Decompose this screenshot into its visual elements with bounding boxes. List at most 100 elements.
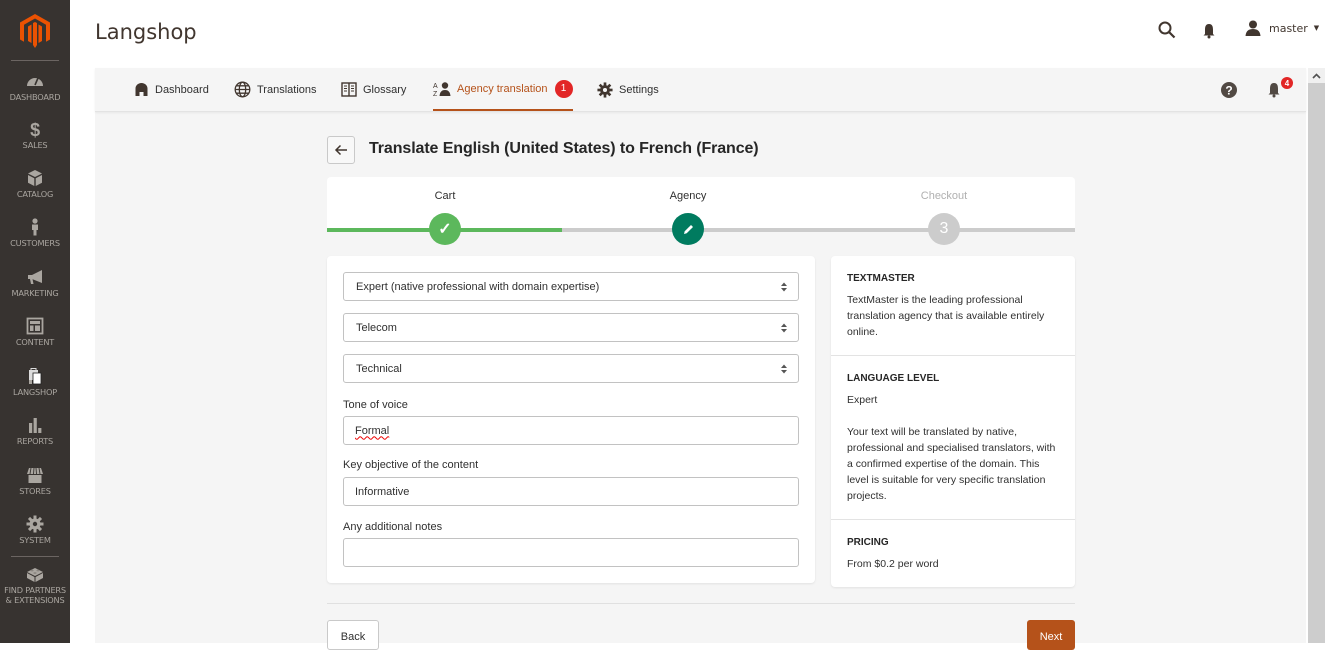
page-scrollbar[interactable] [1308,68,1325,643]
scroll-up-button[interactable] [1308,68,1325,83]
tab-label: Glossary [363,83,407,96]
sidebar-item-system[interactable]: SYSTEM [0,515,70,545]
sidebar-item-customers[interactable]: CUSTOMERS [0,218,70,248]
checkout-stepper: Cart Agency Checkout ✓ 3 [327,177,1075,245]
step-label-cart: Cart [434,190,456,202]
sidebar-item-label: CONTENT [15,337,55,347]
input-value: Formal [355,424,390,437]
sidebar-item-label: LANGSHOP [13,387,57,397]
dollar-icon: $ [30,120,40,138]
sidebar-item-stores[interactable]: STORES [0,466,70,496]
bar-chart-icon [29,418,42,433]
select-arrows-icon [781,364,787,374]
sidebar-item-label: FIND PARTNERS [4,585,66,595]
domain-select[interactable]: Telecom [343,313,799,342]
tab-dashboard[interactable]: Dashboard [134,68,209,111]
tab-label: Settings [619,83,659,96]
book-icon [341,82,357,97]
back-arrow-button[interactable] [327,136,355,164]
magento-logo-icon[interactable] [20,14,50,48]
content-type-select[interactable]: Technical [343,354,799,383]
arrow-left-icon [334,144,347,156]
user-icon [1245,20,1261,36]
help-icon[interactable]: ? [1221,82,1237,98]
language-level-title: LANGUAGE LEVEL [847,373,940,384]
sidebar-divider [11,556,59,557]
language-level-select[interactable]: Expert (native professional with domain … [343,272,799,301]
additional-notes-input[interactable] [343,538,799,567]
sidebar-item-content[interactable]: CONTENT [0,317,70,347]
tab-label: Translations [257,83,317,96]
next-button[interactable]: Next [1027,620,1075,650]
key-objective-input[interactable]: Informative [343,477,799,506]
tab-agency-translation[interactable]: AZ Agency translation 1 [433,68,573,111]
sidebar-item-label: REPORTS [16,436,54,446]
agency-section: TEXTMASTER TextMaster is the leading pro… [831,273,1075,340]
tab-translations[interactable]: Translations [234,68,317,111]
step-label-agency: Agency [669,190,707,202]
additional-notes-label: Any additional notes [343,521,443,533]
globe-icon [234,81,251,98]
sidebar-item-find-partners[interactable]: FIND PARTNERS & EXTENSIONS [0,565,70,605]
agency-description: TextMaster is the leading professional t… [847,294,1045,338]
language-level-value: Expert [847,394,878,406]
svg-text:A: A [433,83,438,90]
storefront-icon [27,467,43,483]
sidebar-item-label: STORES [19,486,51,496]
sidebar-item-marketing[interactable]: MARKETING [0,268,70,298]
select-value: Technical [356,362,402,375]
user-name: master [1269,21,1308,35]
layout-icon [26,317,44,335]
sidebar-item-label: CUSTOMERS [10,238,60,248]
sidebar-item-label: CATALOG [16,189,54,199]
pencil-icon [683,224,693,234]
person-icon [32,218,38,236]
tab-glossary[interactable]: Glossary [341,68,406,111]
sidebar-item-dashboard[interactable]: DASHBOARD [0,72,70,102]
tab-settings[interactable]: Settings [597,68,659,111]
sidebar-item-label: SALES [22,140,48,150]
sidebar-item-label: SYSTEM [19,535,51,545]
bell-icon[interactable] [1202,23,1216,39]
sidebar-item-langshop[interactable]: LANGSHOP [0,367,70,397]
sidebar-item-reports[interactable]: REPORTS [0,416,70,446]
sidebar-item-catalog[interactable]: CATALOG [0,169,70,199]
footer-divider [327,603,1075,604]
agency-info-panel: TEXTMASTER TextMaster is the leading pro… [831,256,1075,587]
svg-text:?: ? [1225,83,1232,97]
gear-icon [597,81,613,98]
translation-heading: Translate English (United States) to Fre… [369,140,759,157]
admin-sidebar: DASHBOARD $ SALES CATALOG CUSTOMERS MARK… [0,0,70,643]
megaphone-icon [28,270,42,284]
box-icon [28,170,42,186]
language-level-description: Your text will be translated by native, … [847,426,1056,502]
select-value: Telecom [356,321,397,334]
lego-brick-icon [27,568,43,582]
sidebar-item-label: MARKETING [11,288,59,298]
agency-options-form: Expert (native professional with domain … [327,256,815,583]
key-objective-label: Key objective of the content [343,459,479,471]
dashboard-gauge-icon [27,77,43,86]
notifications-bell-icon[interactable] [1267,82,1281,98]
user-menu[interactable]: master ▼ [1245,20,1319,36]
sidebar-item-label: & EXTENSIONS [5,595,65,605]
step-label-checkout: Checkout [920,190,968,202]
home-icon [135,83,148,96]
gear-icon [26,515,44,533]
tone-of-voice-input[interactable]: Formal [343,416,799,445]
svg-text:$: $ [30,120,40,138]
tab-label: Agency translation [457,82,548,95]
pricing-title: PRICING [847,537,889,548]
select-arrows-icon [781,282,787,292]
back-button[interactable]: Back [327,620,379,650]
translate-people-icon: AZ [433,81,451,97]
section-divider [831,355,1075,356]
input-value: Informative [355,485,410,498]
pricing-section: PRICING From $0.2 per word [831,537,1075,572]
search-icon[interactable] [1158,21,1176,39]
step-current-pencil-icon[interactable] [672,213,704,245]
tone-of-voice-label: Tone of voice [343,399,408,411]
app-tabs: Dashboard Translations Glossary AZ Agenc… [95,68,1306,112]
step-done-check-icon[interactable]: ✓ [429,213,461,245]
sidebar-item-sales[interactable]: $ SALES [0,120,70,150]
